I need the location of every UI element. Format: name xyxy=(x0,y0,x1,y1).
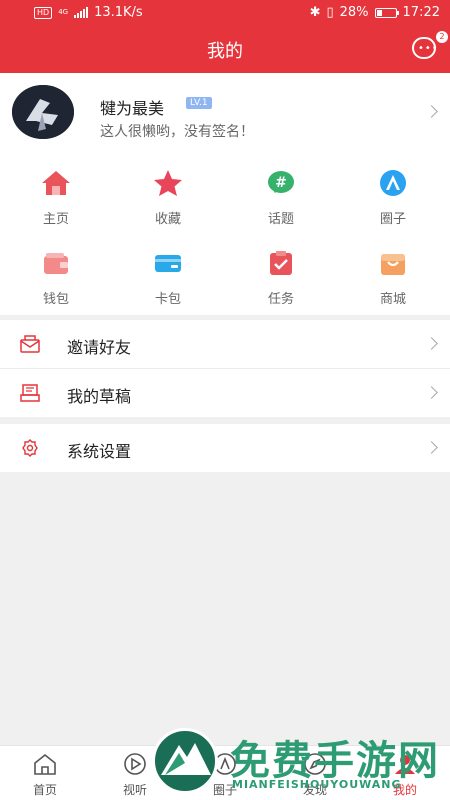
grid-label: 主页 xyxy=(42,212,69,227)
grid-label: 钱包 xyxy=(42,292,69,307)
avatar[interactable] xyxy=(12,85,74,139)
chevron-right-icon xyxy=(425,386,438,399)
card-icon xyxy=(155,255,181,272)
clock: 17:22 xyxy=(402,5,440,20)
grid-item-home[interactable]: 主页 xyxy=(0,153,112,233)
hashtag-icon: # xyxy=(268,171,294,193)
menu-label: 系统设置 xyxy=(67,442,132,461)
page-title: 我的 xyxy=(207,41,243,62)
watermark-mountain-icon xyxy=(161,743,211,775)
shop-icon xyxy=(381,254,405,275)
grid-item-tasks[interactable]: 任务 xyxy=(225,233,337,313)
grid-label: 话题 xyxy=(267,212,294,227)
draft-icon xyxy=(20,384,40,402)
home-icon xyxy=(42,171,70,195)
network-speed: 13.1K/s xyxy=(94,5,143,20)
hd-badge: HD xyxy=(34,6,53,19)
message-badge: 2 xyxy=(436,31,448,43)
wallet-icon xyxy=(44,253,68,274)
network-type: 4G xyxy=(58,8,69,16)
signal-icon xyxy=(74,7,89,18)
dots-glyph: ••• xyxy=(418,43,439,54)
feature-grid: 主页 收藏 # 话题 圈子 钱包 卡包 任务 商城 xyxy=(0,153,450,315)
chat-bubble-icon[interactable]: ••• xyxy=(412,37,439,59)
profile-card[interactable]: 犍为最美 LV.1 这人很懒哟，没有签名！ xyxy=(0,73,450,153)
svg-text:#: # xyxy=(275,175,287,191)
grid-item-favorites[interactable]: 收藏 xyxy=(112,153,224,233)
vibrate-icon: ▯ xyxy=(326,5,334,20)
avatar-image xyxy=(12,85,74,139)
menu-item-settings[interactable]: 系统设置 xyxy=(0,424,450,472)
tab-home[interactable]: 首页 xyxy=(0,746,90,800)
grid-label: 商城 xyxy=(379,292,406,307)
menu-item-invite[interactable]: 邀请好友 xyxy=(0,320,450,368)
chevron-right-icon xyxy=(425,337,438,350)
menu-group-settings: 系统设置 xyxy=(0,424,450,472)
level-badge: LV.1 xyxy=(186,97,212,109)
menu-item-drafts[interactable]: 我的草稿 xyxy=(0,369,450,417)
tab-label: 首页 xyxy=(32,783,57,797)
menu-label: 邀请好友 xyxy=(67,338,132,357)
user-signature: 这人很懒哟，没有签名！ xyxy=(100,124,254,140)
site-watermark: 免费手游网 MIANFEISHOUYOUWANG xyxy=(152,726,442,800)
battery-icon xyxy=(374,7,399,18)
grid-label: 收藏 xyxy=(154,212,181,227)
grid-item-wallet[interactable]: 钱包 xyxy=(0,233,112,313)
username: 犍为最美 xyxy=(100,99,165,118)
grid-label: 任务 xyxy=(267,292,294,307)
menu-group-social: 邀请好友 我的草稿 xyxy=(0,320,450,417)
status-bar: HD 4G 13.1K/s ✱ ▯ 28% 17:22 xyxy=(0,0,450,25)
watermark-subtitle: MIANFEISHOUYOUWANG xyxy=(232,778,402,791)
grid-item-shop[interactable]: 商城 xyxy=(337,233,449,313)
play-tab-icon xyxy=(124,753,146,775)
circle-a-icon xyxy=(380,170,406,196)
chevron-right-icon xyxy=(425,441,438,454)
grid-label: 圈子 xyxy=(379,212,406,227)
settings-icon xyxy=(22,439,38,457)
app-header: 我的 ••• 2 xyxy=(0,25,450,73)
watermark-logo xyxy=(152,728,218,794)
chevron-right-icon xyxy=(425,105,438,118)
grid-item-cards[interactable]: 卡包 xyxy=(112,233,224,313)
star-icon xyxy=(154,170,182,196)
menu-label: 我的草稿 xyxy=(67,387,132,406)
invite-icon xyxy=(20,335,40,353)
grid-label: 卡包 xyxy=(154,292,181,307)
home-tab-icon xyxy=(34,753,56,775)
battery-percent: 28% xyxy=(339,5,369,20)
grid-item-topics[interactable]: # 话题 xyxy=(225,153,337,233)
bluetooth-icon: ✱ xyxy=(309,5,321,20)
grid-item-circles[interactable]: 圈子 xyxy=(337,153,449,233)
task-icon xyxy=(270,251,292,275)
